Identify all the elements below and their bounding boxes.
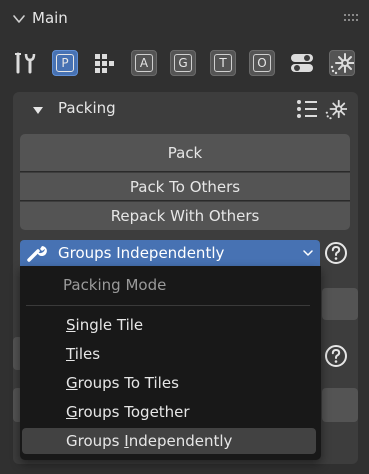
pack-to-others-button[interactable]: Pack To Others xyxy=(20,173,350,201)
chevron-down-icon[interactable] xyxy=(12,12,26,26)
menu-item-tiles[interactable]: Tiles xyxy=(22,341,316,367)
menu-item-groups-to-tiles[interactable]: Groups To Tiles xyxy=(22,370,316,396)
grid-blocks-icon xyxy=(95,54,114,73)
menu-item-label: Tiles xyxy=(66,345,101,363)
panel-title: Main xyxy=(32,9,68,27)
packing-mode-dropdown[interactable]: Groups Independently xyxy=(20,240,320,266)
menu-item-label: Groups Independently xyxy=(66,432,233,450)
help-icon[interactable] xyxy=(324,344,348,368)
help-icon[interactable] xyxy=(324,241,348,265)
tab-p-button[interactable]: P xyxy=(52,50,78,76)
tab-t-label: T xyxy=(214,54,232,72)
gear-settings-button[interactable] xyxy=(329,50,355,76)
triangle-down-icon[interactable] xyxy=(32,104,44,116)
list-icon[interactable] xyxy=(296,99,318,119)
chevron-down-icon xyxy=(303,250,313,256)
tab-g-label: G xyxy=(174,54,192,72)
packing-title: Packing xyxy=(58,99,116,117)
menu-title: Packing Mode xyxy=(63,276,167,294)
menu-item-single-tile[interactable]: Single Tile xyxy=(22,312,316,338)
tab-a-button[interactable]: A xyxy=(131,50,157,76)
wrench-icon xyxy=(27,246,47,262)
toggle-settings-icon xyxy=(291,54,313,72)
gear-icon xyxy=(330,53,354,75)
tab-o-button[interactable]: O xyxy=(249,50,275,76)
tab-g-button[interactable]: G xyxy=(170,50,196,76)
tab-t-button[interactable]: T xyxy=(210,50,236,76)
menu-item-label: Groups To Tiles xyxy=(66,374,179,392)
grid-blocks-button[interactable] xyxy=(91,50,117,76)
drag-grip-icon[interactable] xyxy=(344,13,358,23)
tool-settings-button[interactable] xyxy=(12,50,38,76)
menu-item-groups-independently[interactable]: Groups Independently xyxy=(22,428,316,454)
hidden-widget xyxy=(322,288,358,320)
gear-icon[interactable] xyxy=(325,97,347,121)
pack-button[interactable]: Pack xyxy=(20,134,350,172)
menu-item-label: Single Tile xyxy=(66,316,144,334)
hidden-widget xyxy=(322,388,358,422)
tab-p-label: P xyxy=(56,54,74,72)
toggle-settings-button[interactable] xyxy=(289,50,315,76)
repack-with-others-button[interactable]: Repack With Others xyxy=(20,202,350,230)
wrench-screwdriver-icon xyxy=(15,52,36,74)
menu-separator xyxy=(26,305,310,306)
tab-o-label: O xyxy=(253,54,271,72)
menu-item-groups-together[interactable]: Groups Together xyxy=(22,399,316,425)
packing-mode-value: Groups Independently xyxy=(58,244,225,262)
menu-item-label: Groups Together xyxy=(66,403,190,421)
tab-a-label: A xyxy=(135,54,153,72)
